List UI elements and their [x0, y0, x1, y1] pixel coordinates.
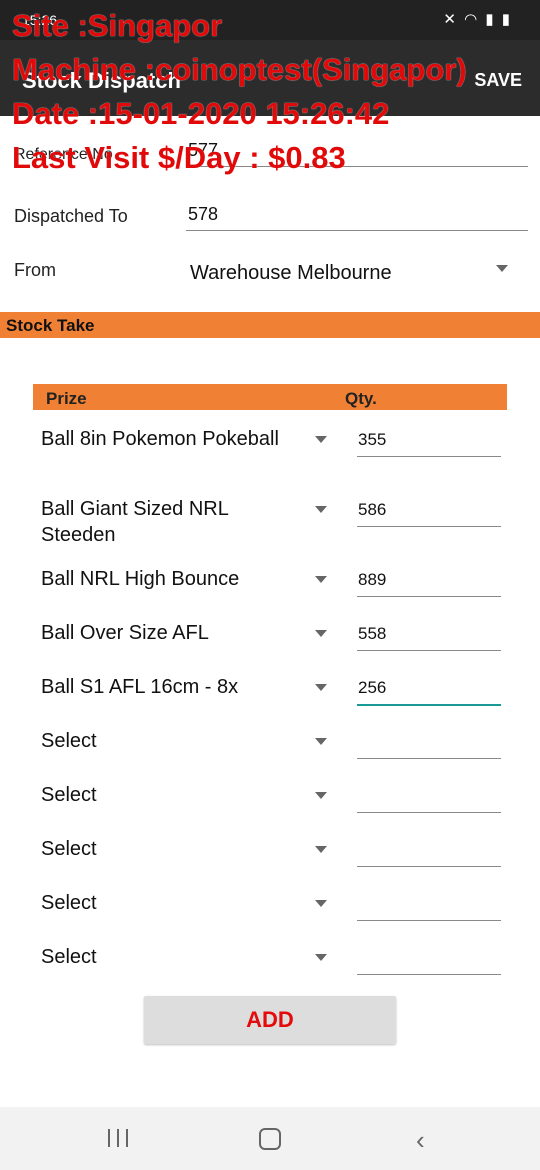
- chevron-down-icon[interactable]: [315, 792, 327, 799]
- prize-select[interactable]: Ball NRL High Bounce: [41, 566, 301, 592]
- chevron-down-icon[interactable]: [315, 630, 327, 637]
- qty-input[interactable]: [357, 780, 501, 813]
- section-header: Stock Take: [0, 312, 540, 338]
- recent-apps-icon[interactable]: [108, 1129, 130, 1147]
- chevron-down-icon[interactable]: [315, 576, 327, 583]
- chevron-down-icon[interactable]: [315, 436, 327, 443]
- chevron-down-icon[interactable]: [315, 738, 327, 745]
- table-row: Select: [33, 940, 507, 994]
- dispatched-to-label: Dispatched To: [14, 206, 128, 226]
- dispatched-to-value: 578: [188, 204, 219, 224]
- prize-select[interactable]: Ball 8in Pokemon Pokeball: [41, 426, 301, 452]
- qty-input[interactable]: [357, 888, 501, 921]
- save-button[interactable]: SAVE: [474, 70, 522, 91]
- qty-value: 586: [358, 500, 387, 519]
- prize-select[interactable]: Select: [41, 836, 301, 862]
- overlay-last-visit: Last Visit $/Day : $0.83: [12, 140, 346, 175]
- column-header-qty: Qty.: [345, 389, 377, 408]
- system-nav-bar: ‹: [0, 1107, 540, 1170]
- chevron-down-icon[interactable]: [315, 506, 327, 513]
- chevron-down-icon[interactable]: [315, 900, 327, 907]
- qty-input[interactable]: 889: [357, 564, 501, 597]
- qty-input[interactable]: 586: [357, 494, 501, 527]
- overlay-site: Site :Singapor: [12, 8, 223, 43]
- overlay-machine: Machine :coinoptest(Singapor): [12, 52, 467, 87]
- overlay-date: Date :15-01-2020 15:26:42: [12, 96, 390, 131]
- prize-select[interactable]: Select: [41, 890, 301, 916]
- qty-input[interactable]: 256: [357, 672, 501, 706]
- table-header: Prize Qty.: [33, 384, 507, 410]
- home-icon[interactable]: [259, 1128, 281, 1150]
- qty-value: 256: [358, 678, 387, 697]
- section-title: Stock Take: [6, 316, 95, 335]
- qty-value: 889: [358, 570, 387, 589]
- from-select[interactable]: Warehouse Melbourne: [190, 258, 520, 288]
- qty-value: 558: [358, 624, 387, 643]
- qty-input[interactable]: [357, 726, 501, 759]
- chevron-down-icon[interactable]: [315, 684, 327, 691]
- back-icon[interactable]: ‹: [416, 1125, 425, 1156]
- qty-input[interactable]: [357, 834, 501, 867]
- table-row: Select: [33, 724, 507, 778]
- prize-select[interactable]: Select: [41, 728, 301, 754]
- prize-select[interactable]: Ball Over Size AFL: [41, 620, 301, 646]
- from-value: Warehouse Melbourne: [190, 262, 392, 284]
- from-label: From: [14, 260, 56, 280]
- prize-select[interactable]: Ball S1 AFL 16cm - 8x: [41, 674, 301, 700]
- chevron-down-icon[interactable]: [315, 954, 327, 961]
- table-row: Ball Giant Sized NRL Steeden 586: [33, 492, 507, 546]
- prize-select[interactable]: Select: [41, 944, 301, 970]
- add-button[interactable]: ADD: [144, 996, 396, 1044]
- dispatched-to-field[interactable]: 578: [186, 200, 528, 231]
- table-row: Select: [33, 832, 507, 886]
- column-header-prize: Prize: [46, 389, 87, 408]
- qty-input[interactable]: 355: [357, 424, 501, 457]
- prize-select[interactable]: Ball Giant Sized NRL Steeden: [41, 496, 301, 548]
- table-row: Ball NRL High Bounce 889: [33, 562, 507, 616]
- qty-input[interactable]: 558: [357, 618, 501, 651]
- prize-select[interactable]: Select: [41, 782, 301, 808]
- table-row: Ball S1 AFL 16cm - 8x 256: [33, 670, 507, 724]
- chevron-down-icon[interactable]: [315, 846, 327, 853]
- chevron-down-icon: [496, 265, 508, 272]
- status-icons: ✕ ◠ ▮ ▮: [443, 11, 512, 28]
- qty-input[interactable]: [357, 942, 501, 975]
- table-row: Ball Over Size AFL 558: [33, 616, 507, 670]
- table-row: Ball 8in Pokemon Pokeball 355: [33, 422, 507, 476]
- table-row: Select: [33, 886, 507, 940]
- table-row: Select: [33, 778, 507, 832]
- qty-value: 355: [358, 430, 387, 449]
